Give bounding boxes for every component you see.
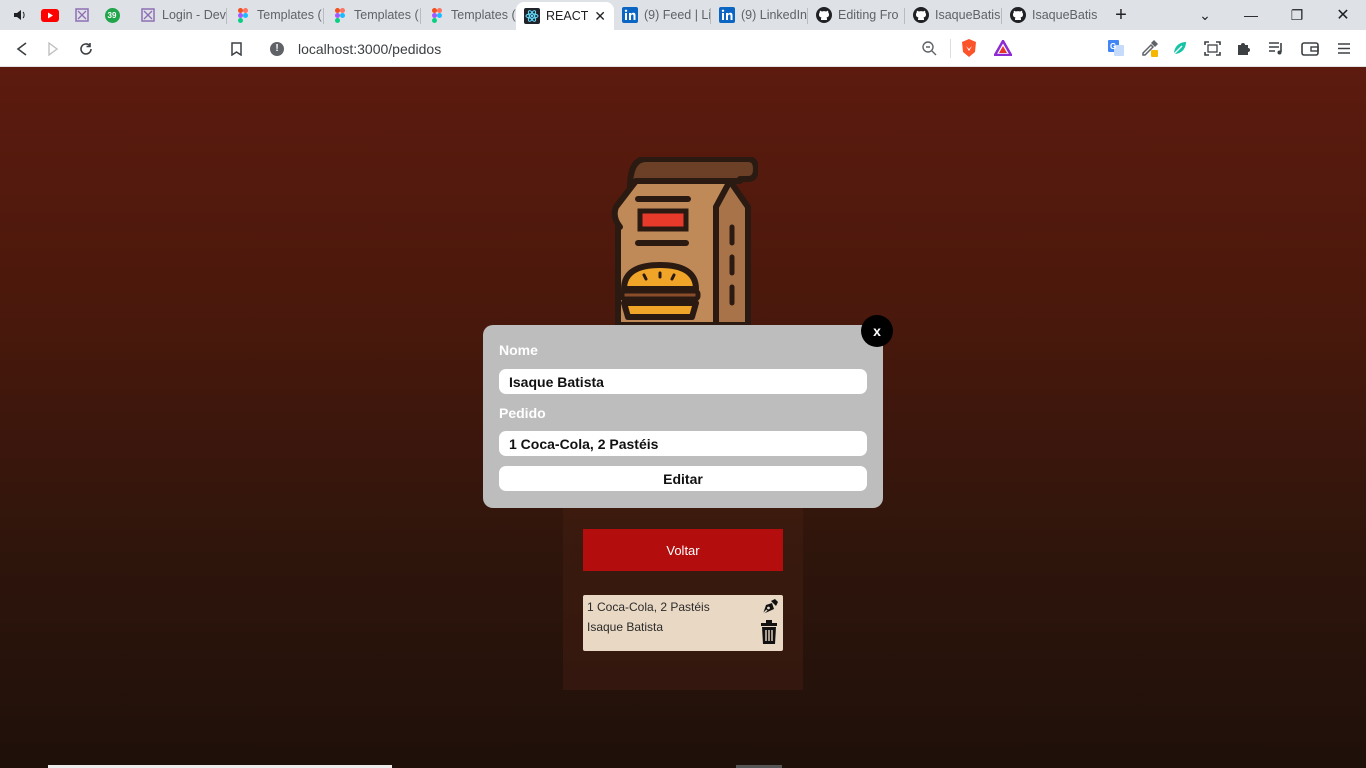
playlist-icon [1268, 42, 1282, 55]
tab-title: Editing Fro [838, 8, 899, 22]
reload-icon [80, 43, 92, 55]
tailwind-extension[interactable] [1170, 38, 1190, 58]
eyedropper-icon [1142, 40, 1158, 57]
tab-title: Templates ( [354, 8, 419, 22]
tab-strip: 39 Login - Dev Templates ( Templates ( T… [0, 0, 1366, 30]
tab-linkedin[interactable]: (9) LinkedIn [711, 2, 808, 28]
restore-button[interactable]: ❐ [1274, 0, 1320, 30]
crop-icon [1203, 40, 1221, 56]
minimize-button[interactable]: — [1228, 0, 1274, 30]
page-viewport: Voltar 1 Coca-Cola, 2 Pastéis Isaque Bat… [0, 67, 1366, 768]
github-icon [1010, 7, 1026, 23]
extensions-button[interactable] [1234, 38, 1254, 58]
arrow-left-icon [16, 42, 27, 56]
tab-title: (9) Feed | Li [644, 8, 711, 22]
browser-toolbar: ! localhost:3000/pedidos G [0, 30, 1366, 67]
pedido-label: Pedido [499, 405, 546, 421]
youtube-icon [41, 8, 59, 22]
tab-templates-3[interactable]: Templates ( [421, 2, 516, 28]
svg-text:G: G [1110, 42, 1116, 51]
tab-title: Login - Dev [162, 8, 226, 22]
tab-title: IsaqueBatis [1032, 8, 1098, 22]
tab-react[interactable]: REACT ✕ [516, 2, 614, 30]
menu-button[interactable] [1334, 38, 1354, 58]
tab-title: REACT [546, 9, 589, 23]
github-icon [913, 7, 929, 23]
reload-button[interactable] [73, 36, 99, 62]
tab-login[interactable]: Login - Dev [132, 2, 227, 28]
close-tab-icon[interactable]: ✕ [594, 8, 606, 25]
edit-order-modal: Nome Isaque Batista Pedido 1 Coca-Cola, … [483, 325, 883, 508]
modal-close-button[interactable]: x [861, 315, 893, 347]
wallet-button[interactable] [1300, 38, 1320, 58]
tab-github-profile-2[interactable]: IsaqueBatis [1002, 2, 1099, 28]
bookmark-icon [230, 42, 242, 56]
media-controls-button[interactable] [1266, 38, 1286, 58]
pinned-tab-badge[interactable]: 39 [102, 5, 122, 25]
new-tab-button[interactable]: + [1098, 0, 1144, 30]
url-text: localhost:3000/pedidos [298, 40, 442, 57]
food-bag-logo [611, 157, 758, 327]
tab-title: Templates ( [257, 8, 322, 22]
screenshot-extension[interactable] [1202, 38, 1222, 58]
order-customer-name: Isaque Batista [587, 620, 664, 634]
close-window-button[interactable]: ✕ [1320, 0, 1366, 30]
editar-button[interactable]: Editar [499, 466, 867, 491]
speaker-icon [14, 10, 25, 20]
tab-title: Templates ( [451, 8, 516, 22]
figma-icon [335, 7, 345, 23]
react-icon [524, 8, 540, 24]
tab-linkedin-feed[interactable]: (9) Feed | Li [614, 2, 711, 28]
tab-templates-1[interactable]: Templates ( [227, 2, 324, 28]
brave-rewards-icon[interactable] [994, 40, 1012, 56]
hamburger-menu-icon [1338, 42, 1350, 54]
tab-github-editing[interactable]: Editing Fro [808, 2, 905, 28]
tab-title: IsaqueBatis [935, 8, 1001, 22]
edit-pen-icon[interactable] [758, 597, 780, 619]
address-bar[interactable]: ! localhost:3000/pedidos [258, 34, 1022, 63]
pinned-tab-app[interactable] [72, 5, 92, 25]
linkedin-icon [622, 7, 638, 23]
nome-input[interactable]: Isaque Batista [499, 369, 867, 394]
brave-shield-icon[interactable] [960, 38, 978, 58]
app-icon [141, 8, 155, 22]
forward-nav-button[interactable] [40, 36, 66, 62]
figma-icon [238, 7, 248, 23]
order-items: 1 Coca-Cola, 2 Pastéis [587, 600, 710, 614]
leaf-icon [1173, 42, 1186, 55]
bookmark-button[interactable] [223, 36, 249, 62]
wallet-icon [1301, 41, 1319, 56]
arrow-right-icon [48, 42, 59, 56]
linkedin-icon [719, 7, 735, 23]
nome-label: Nome [499, 342, 538, 358]
figma-icon [432, 7, 442, 23]
puzzle-icon [1238, 43, 1250, 55]
pedido-input[interactable]: 1 Coca-Cola, 2 Pastéis [499, 431, 867, 456]
tab-templates-2[interactable]: Templates ( [324, 2, 421, 28]
translate-extension[interactable]: G [1106, 38, 1126, 58]
pinned-tab-audio[interactable] [10, 5, 30, 25]
github-icon [816, 7, 832, 23]
tab-title: (9) LinkedIn [741, 8, 808, 22]
badge-icon: 39 [104, 7, 120, 23]
app-icon [75, 8, 89, 22]
zoom-icon[interactable] [922, 41, 937, 56]
pinned-tab-youtube[interactable] [40, 5, 60, 25]
voltar-button[interactable]: Voltar [583, 529, 783, 571]
translate-icon: G [1108, 40, 1124, 56]
order-card: 1 Coca-Cola, 2 Pastéis Isaque Batista [583, 595, 783, 651]
tab-github-profile-1[interactable]: IsaqueBatis [905, 2, 1002, 28]
eyedropper-extension[interactable] [1140, 38, 1160, 58]
info-icon[interactable]: ! [270, 41, 284, 56]
back-nav-button[interactable] [9, 36, 35, 62]
tab-search-dropdown[interactable]: ⌄ [1182, 0, 1228, 30]
trash-icon[interactable] [760, 620, 778, 644]
